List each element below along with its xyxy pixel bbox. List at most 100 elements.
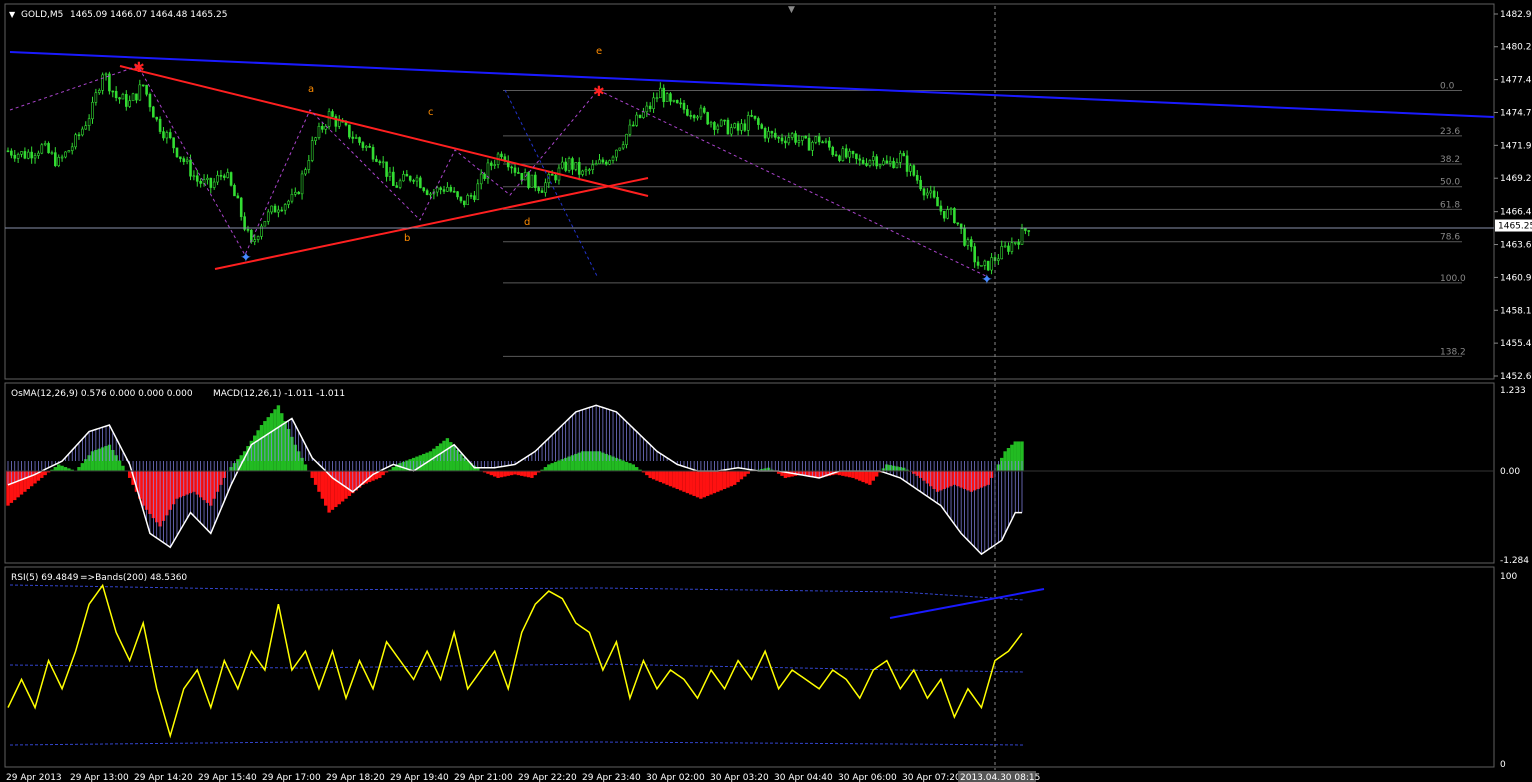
- candle-body: [239, 197, 243, 217]
- candle-body: [456, 191, 459, 198]
- osma-bar: [709, 471, 713, 495]
- candle-body: [946, 209, 949, 219]
- candle-body: [520, 172, 524, 181]
- candle-body: [892, 160, 895, 169]
- osma-bar: [651, 471, 656, 480]
- candle-body: [422, 187, 426, 191]
- candle-body: [858, 158, 862, 161]
- candle-body: [67, 150, 71, 153]
- candle-body: [601, 159, 605, 163]
- osma-bar: [648, 471, 652, 478]
- osma-bar: [313, 471, 318, 485]
- candle-body: [358, 137, 361, 143]
- candle-body: [57, 156, 61, 167]
- candle-body: [604, 161, 608, 165]
- candlestick-series: [6, 71, 1031, 275]
- osma-bar: [624, 461, 629, 471]
- candle-body: [699, 107, 703, 118]
- candle-body: [483, 173, 486, 179]
- osma-bar: [692, 471, 696, 496]
- fib-level-label: 23.6: [1440, 127, 1460, 137]
- fib-level-label: 78.6: [1440, 233, 1460, 243]
- candle-body: [287, 200, 290, 205]
- candle-body: [212, 181, 216, 188]
- candle-body: [919, 179, 922, 190]
- candle-body: [540, 190, 544, 193]
- osma-bar: [675, 471, 679, 490]
- wave-label-a: a: [308, 84, 314, 95]
- fibonacci-retracement[interactable]: 0.0 23.6 38.2 50.0 61.8 78.6 100.0 138.2: [503, 81, 1466, 357]
- candle-body: [466, 195, 469, 206]
- candle-body: [611, 156, 615, 161]
- candle-body: [740, 123, 743, 131]
- candle-body: [625, 133, 628, 146]
- candle-body: [1010, 242, 1014, 252]
- candle-body: [615, 149, 618, 158]
- candle-body: [598, 159, 601, 165]
- candle-body: [81, 128, 84, 136]
- osma-bar: [672, 471, 676, 488]
- rsi-upper-band: [9, 584, 1025, 601]
- candle-body: [790, 133, 794, 138]
- candle-body: [392, 171, 395, 186]
- candle-body: [814, 136, 818, 143]
- candle-body: [26, 151, 30, 159]
- triangle-lower-line[interactable]: [214, 177, 649, 270]
- candle-body: [199, 181, 202, 184]
- rsi-middle-band: [9, 663, 1025, 673]
- candle-body: [831, 146, 835, 155]
- macd-label: MACD(12,26,1) -1.011 -1.011: [213, 389, 345, 399]
- osma-bar: [391, 467, 396, 471]
- candle-body: [669, 93, 672, 102]
- zigzag-wave-path: [9, 65, 989, 278]
- candle-body: [243, 216, 246, 230]
- candle-body: [702, 107, 706, 113]
- blue-resistance-trendline[interactable]: [9, 51, 1495, 118]
- candle-body: [30, 151, 33, 159]
- candle-body: [899, 153, 902, 163]
- candle-body: [189, 159, 192, 177]
- osma-bar: [662, 471, 666, 484]
- candle-body: [16, 153, 20, 159]
- candle-body: [158, 118, 162, 132]
- price-tick-label: 1471.96: [1500, 141, 1532, 151]
- candle-body: [195, 175, 199, 182]
- candle-body: [939, 205, 943, 212]
- candle-body: [706, 112, 709, 125]
- candle-body: [405, 173, 409, 177]
- osma-bar: [668, 471, 673, 487]
- candle-body: [777, 137, 780, 139]
- candle-body: [101, 74, 104, 91]
- symbol-dropdown-icon[interactable]: ▼: [9, 10, 16, 19]
- candle-body: [533, 174, 537, 188]
- candle-body: [912, 165, 916, 176]
- candle-body: [348, 124, 351, 138]
- candle-body: [976, 261, 980, 266]
- scroll-marker-icon[interactable]: ▼: [788, 5, 795, 15]
- rsi-label: RSI(5) 69.4849: [11, 573, 79, 583]
- candle-body: [385, 161, 388, 177]
- osma-bar: [874, 471, 879, 477]
- candle-body: [111, 90, 115, 93]
- osma-bar: [733, 471, 737, 485]
- candle-body: [476, 183, 480, 200]
- candle-body: [980, 265, 983, 267]
- candle-body: [817, 136, 821, 143]
- rsi-divergence-trendline[interactable]: [889, 588, 1045, 619]
- candle-body: [290, 193, 294, 202]
- triangle-upper-line[interactable]: [119, 65, 649, 197]
- candle-body: [314, 137, 317, 142]
- osma-bar: [702, 471, 706, 498]
- candle-body: [270, 205, 273, 213]
- trading-chart[interactable]: 1482.95 1480.21 1477.46 1474.71 1471.96 1469.…: [0, 0, 1532, 782]
- candle-body: [689, 115, 693, 117]
- candle-body: [645, 105, 649, 113]
- time-tick-label: 29 Apr 17:00: [262, 773, 321, 782]
- candle-body: [185, 159, 189, 162]
- candle-body: [165, 132, 169, 139]
- candle-body: [233, 185, 236, 197]
- candle-body: [473, 195, 476, 200]
- price-tick-label: 1480.21: [1500, 43, 1532, 53]
- wave-label-d: d: [524, 217, 530, 228]
- candle-body: [412, 180, 415, 182]
